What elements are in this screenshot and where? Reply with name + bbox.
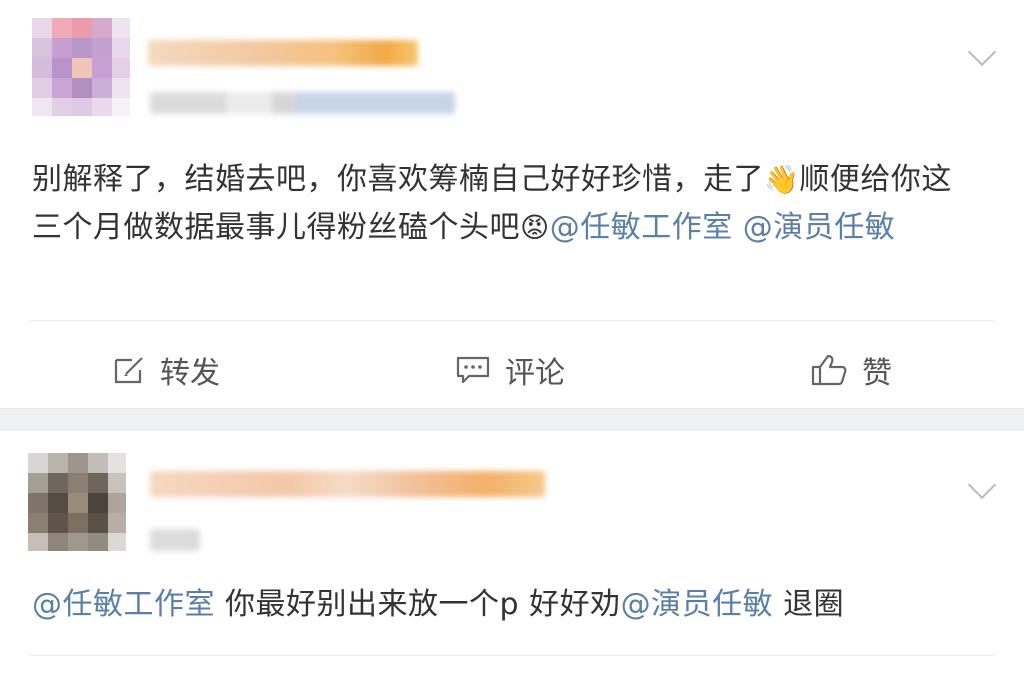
comment-icon bbox=[455, 354, 491, 386]
post-text-segment bbox=[733, 210, 743, 245]
post-card-1: 别解释了，结婚去吧，你喜欢筹楠自己好好珍惜，走了👋顺便给你这三个月做数据最事儿得… bbox=[0, 0, 1024, 408]
feed-separator bbox=[0, 408, 1024, 432]
like-button[interactable]: 赞 bbox=[810, 348, 892, 392]
repost-button[interactable]: 转发 bbox=[112, 348, 220, 392]
post-text-segment: 你最好别出来放一个p 好好劝 bbox=[215, 587, 621, 622]
post-card-2: @任敏工作室 你最好别出来放一个p 好好劝@演员任敏 退圈 bbox=[0, 431, 1024, 676]
post-text: 别解释了，结婚去吧，你喜欢筹楠自己好好珍惜，走了👋顺便给你这三个月做数据最事儿得… bbox=[32, 156, 982, 252]
post-text: @任敏工作室 你最好别出来放一个p 好好劝@演员任敏 退圈 bbox=[32, 581, 982, 629]
mention-link[interactable]: @任敏工作室 bbox=[550, 210, 733, 245]
username[interactable] bbox=[150, 471, 545, 497]
chevron-down-icon[interactable] bbox=[967, 37, 997, 67]
post-text-segment: 别解释了，结婚去吧，你喜欢筹楠自己好好珍惜，走了 bbox=[32, 162, 764, 197]
divider bbox=[30, 320, 994, 321]
edit-icon bbox=[112, 354, 146, 386]
chevron-down-icon[interactable] bbox=[967, 470, 997, 500]
post-text-segment: 退圈 bbox=[773, 587, 845, 622]
comment-label: 评论 bbox=[505, 356, 565, 391]
mention-link[interactable]: @任敏工作室 bbox=[32, 587, 215, 622]
emoji-icon: 👋 bbox=[764, 163, 800, 196]
action-bar: 转发 评论 赞 bbox=[0, 330, 1024, 400]
post-meta bbox=[150, 92, 455, 114]
mention-link[interactable]: @演员任敏 bbox=[743, 210, 896, 245]
comment-button[interactable]: 评论 bbox=[455, 348, 565, 392]
divider bbox=[30, 655, 994, 656]
username[interactable] bbox=[148, 40, 418, 66]
emoji-icon: 😡 bbox=[520, 211, 550, 244]
like-label: 赞 bbox=[862, 356, 892, 391]
avatar[interactable] bbox=[32, 18, 130, 116]
repost-label: 转发 bbox=[160, 356, 220, 391]
thumbs-up-icon bbox=[810, 353, 848, 387]
mention-link[interactable]: @演员任敏 bbox=[621, 587, 774, 622]
avatar[interactable] bbox=[28, 453, 126, 551]
post-meta bbox=[150, 529, 200, 551]
